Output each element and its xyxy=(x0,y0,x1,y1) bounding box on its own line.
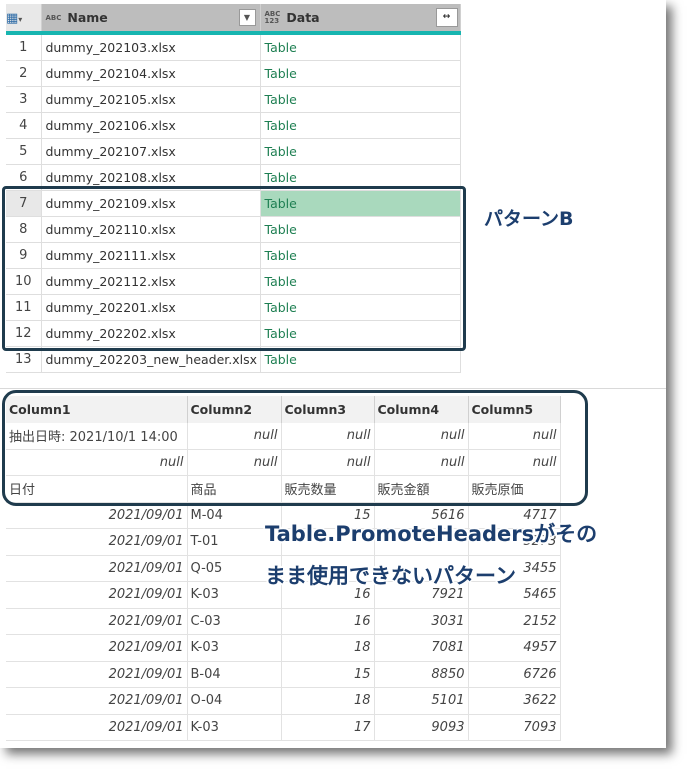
cell[interactable]: 17 xyxy=(281,714,375,741)
header-rows-highlight-box xyxy=(2,390,588,506)
table-row: 2021/09/01 B-04 15 8850 6726 xyxy=(6,661,561,688)
pattern-b-highlight-box xyxy=(2,186,466,351)
name-cell[interactable]: dummy_202103.xlsx xyxy=(41,33,261,61)
row-number[interactable]: 4 xyxy=(6,112,42,139)
cell[interactable]: 2021/09/01 xyxy=(6,608,188,635)
table-row: 2021/09/01 K-03 18 7081 4957 xyxy=(6,634,561,662)
cell[interactable]: 16 xyxy=(281,608,375,635)
data-cell-table-link[interactable]: Table xyxy=(260,112,461,139)
screenshot-frame: ▦▾ ABC Name ▼ ABC 123 Data ↔ 1 dummy_202103… xyxy=(0,0,666,748)
table-row[interactable]: 1 dummy_202103.xlsx Table xyxy=(6,33,461,61)
cell[interactable]: 3622 xyxy=(468,687,561,715)
row-number[interactable]: 1 xyxy=(6,33,42,61)
table-menu-button[interactable]: ▦▾ xyxy=(6,4,42,35)
promote-headers-callout-line1: Table.PromoteHeadersがその xyxy=(265,522,598,546)
cell[interactable]: 2021/09/01 xyxy=(6,581,188,609)
data-cell-table-link[interactable]: Table xyxy=(260,60,461,87)
cell[interactable]: 18 xyxy=(281,687,375,715)
cell[interactable]: 2021/09/01 xyxy=(6,714,188,741)
table-row[interactable]: 2 dummy_202104.xlsx Table xyxy=(6,60,461,87)
cell[interactable]: 7093 xyxy=(468,714,561,741)
cell[interactable]: 5101 xyxy=(374,687,469,715)
data-cell-table-link[interactable]: Table xyxy=(260,86,461,113)
pattern-b-callout: パターンB xyxy=(484,208,574,230)
cell[interactable]: 18 xyxy=(281,634,375,662)
cell[interactable]: C-03 xyxy=(187,608,282,635)
pane-divider xyxy=(0,388,666,389)
cell[interactable]: 4957 xyxy=(468,634,561,662)
row-number[interactable]: 2 xyxy=(6,60,42,87)
name-cell[interactable]: dummy_202104.xlsx xyxy=(41,60,261,87)
chevron-down-icon: ▾ xyxy=(18,14,23,24)
table-icon: ▦ xyxy=(6,10,19,26)
cell[interactable]: 6726 xyxy=(468,661,561,688)
filter-dropdown-icon[interactable]: ▼ xyxy=(238,9,256,26)
cell[interactable]: 9093 xyxy=(374,714,469,741)
table-row[interactable]: 3 dummy_202105.xlsx Table xyxy=(6,86,461,113)
table-row: 2021/09/01 O-04 18 5101 3622 xyxy=(6,687,561,715)
row-number[interactable]: 3 xyxy=(6,86,42,113)
data-cell-table-link[interactable]: Table xyxy=(260,33,461,61)
column-header-name[interactable]: ABC Name ▼ xyxy=(41,4,261,35)
cell[interactable]: 2152 xyxy=(468,608,561,635)
cell[interactable]: 2021/09/01 xyxy=(6,528,188,556)
cell[interactable]: 2021/09/01 xyxy=(6,687,188,715)
cell[interactable]: B-04 xyxy=(187,661,282,688)
promote-headers-callout-line2: まま使用できないパターン xyxy=(265,564,516,588)
column-header-name-label: Name xyxy=(67,10,108,25)
column-header-data-label: Data xyxy=(286,9,320,25)
name-cell[interactable]: dummy_202107.xlsx xyxy=(41,138,261,165)
row-number[interactable]: 5 xyxy=(6,138,42,165)
any-type-icon: ABC 123 xyxy=(264,10,281,26)
cell[interactable]: 7081 xyxy=(374,634,469,662)
cell[interactable]: K-03 xyxy=(187,714,282,741)
cell[interactable]: 2021/09/01 xyxy=(6,634,188,662)
cell[interactable]: 3031 xyxy=(374,608,469,635)
table-row: 2021/09/01 C-03 16 3031 2152 xyxy=(6,608,561,635)
table-row: 2021/09/01 K-03 17 9093 7093 xyxy=(6,714,561,741)
name-cell[interactable]: dummy_202106.xlsx xyxy=(41,112,261,139)
table-row[interactable]: 5 dummy_202107.xlsx Table xyxy=(6,138,461,165)
name-cell[interactable]: dummy_202105.xlsx xyxy=(41,86,261,113)
cell[interactable]: 15 xyxy=(281,661,375,688)
data-cell-table-link[interactable]: Table xyxy=(260,138,461,165)
cell[interactable]: K-03 xyxy=(187,634,282,662)
expand-column-icon[interactable]: ↔ xyxy=(435,8,458,27)
table-row[interactable]: 4 dummy_202106.xlsx Table xyxy=(6,112,461,139)
cell[interactable]: O-04 xyxy=(187,687,282,715)
text-type-icon: ABC xyxy=(45,14,62,22)
column-header-data[interactable]: ABC 123 Data ↔ xyxy=(260,4,461,35)
cell[interactable]: 8850 xyxy=(374,661,469,688)
cell[interactable]: 2021/09/01 xyxy=(6,555,188,582)
cell[interactable]: 2021/09/01 xyxy=(6,661,188,688)
